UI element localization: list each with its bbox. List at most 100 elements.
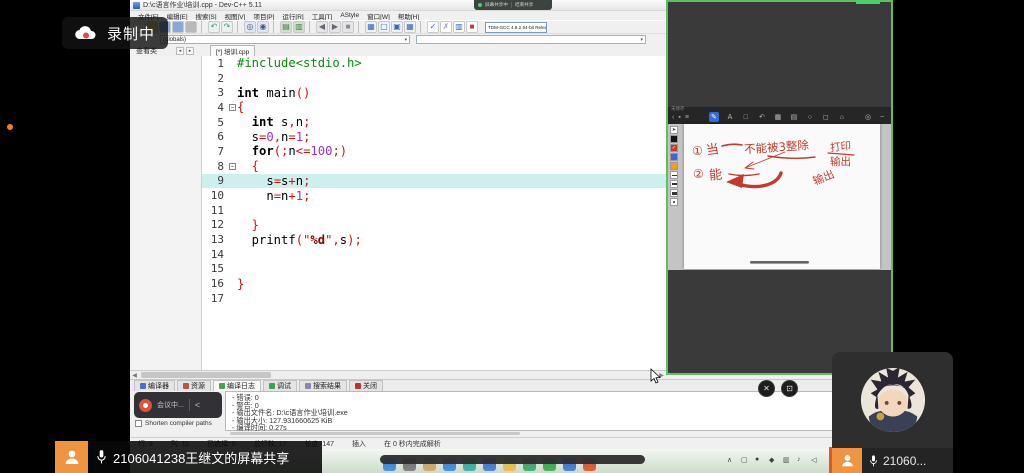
shorten-paths-option[interactable]: Shorten compiler paths	[135, 420, 212, 427]
checkbox-label: Shorten compiler paths	[145, 420, 212, 427]
shape-tool-icon[interactable]: □	[741, 112, 751, 122]
fold-collapse-icon[interactable]: −	[229, 163, 236, 170]
color-orange-swatch[interactable]	[670, 162, 678, 170]
grid-tool-icon[interactable]: ▦	[773, 112, 783, 122]
panel-next-button[interactable]: ▸	[186, 47, 194, 55]
tray-icon[interactable]: ∧	[727, 456, 732, 464]
redo-icon[interactable]: ↷	[221, 21, 233, 33]
whiteboard-canvas[interactable]: ① 当 不能被3整除 打印 输出 ② 能 输出	[684, 124, 880, 269]
stop-icon[interactable]: ▪	[678, 114, 680, 121]
back-icon[interactable]: ◀	[316, 21, 328, 33]
color-black-swatch[interactable]	[670, 135, 678, 143]
checkbox[interactable]	[135, 420, 142, 427]
panel-tab-编译器[interactable]: 编译器	[134, 380, 175, 391]
stroke-width-1[interactable]	[670, 171, 678, 179]
menu-item[interactable]: 工具[T]	[308, 11, 337, 21]
project-add-icon[interactable]: ▤	[280, 21, 292, 33]
scroll-left-icon[interactable]: ◀	[130, 372, 139, 379]
undo-icon[interactable]: ↶	[757, 112, 767, 122]
menu-item[interactable]: AStyle	[336, 12, 363, 19]
color-red-swatch[interactable]: ✓	[670, 144, 678, 152]
find-icon[interactable]: ◎	[244, 21, 256, 33]
board-tool-icon[interactable]: ▤	[789, 112, 799, 122]
panel-tab-关闭[interactable]: 关闭	[349, 380, 383, 391]
menu-item[interactable]: 窗口[W]	[363, 11, 394, 21]
panel-prev-button[interactable]: ◂	[176, 47, 184, 55]
window-split-icon[interactable]: ▣	[391, 21, 403, 33]
panel-tab-调试[interactable]: 调试	[263, 380, 297, 391]
save-all-icon[interactable]	[172, 21, 184, 33]
share-control-pill[interactable]: 屏幕共享中 结束共享	[474, 0, 552, 10]
goto-line-icon[interactable]: ■	[342, 21, 354, 33]
tray-icon[interactable]: ●	[755, 456, 759, 463]
tray-icon[interactable]: ◆	[769, 456, 774, 464]
line-number: 2	[202, 72, 228, 85]
fullscreen-annotation-button[interactable]: ⊡	[781, 380, 798, 397]
log-scrollbar-thumb[interactable]	[230, 432, 520, 435]
profile-icon[interactable]: ▥	[453, 21, 465, 33]
tray-icon[interactable]: ▢	[741, 456, 748, 464]
scrollbar-thumb[interactable]	[141, 372, 271, 378]
project-panel[interactable]	[130, 56, 202, 370]
participant-video-card[interactable]: 21060...	[832, 352, 953, 473]
members-select[interactable]: ▾	[416, 35, 646, 44]
menu-item[interactable]: 搜索[S]	[192, 11, 221, 21]
panel-tab-资源[interactable]: 资源	[177, 380, 211, 391]
stroke-dot[interactable]	[670, 198, 678, 206]
forward-icon[interactable]: ▶	[329, 21, 341, 33]
window-single-icon[interactable]: ▢	[378, 21, 390, 33]
canvas-scrollbar-thumb[interactable]	[750, 261, 809, 264]
window-grid-icon[interactable]: ▦	[365, 21, 377, 33]
menu-icon[interactable]: ≡	[685, 114, 689, 121]
tray-icon[interactable]: ▥	[783, 456, 790, 464]
collapse-icon[interactable]: <	[195, 400, 200, 410]
color-blue-swatch[interactable]	[670, 153, 678, 161]
tray-icon[interactable]: ◁	[811, 456, 816, 464]
panel-tab-编译日志[interactable]: 编译日志	[213, 380, 261, 391]
meeting-dock-collapsed[interactable]	[380, 455, 645, 464]
laser-tool-icon[interactable]: ○	[805, 112, 815, 122]
stroke-width-2[interactable]	[670, 180, 678, 188]
close-annotation-button[interactable]: ✕	[758, 380, 775, 397]
stroke-width-3[interactable]	[670, 189, 678, 197]
settings-icon[interactable]: ◎	[863, 112, 873, 122]
pen-tool-icon[interactable]: ✎	[709, 112, 719, 122]
undo-icon[interactable]: ↶	[208, 21, 220, 33]
code-text: }	[237, 277, 244, 291]
select-tool-icon[interactable]: ◻	[821, 112, 831, 122]
text-tool-icon[interactable]: A	[725, 112, 735, 122]
meeting-float-pill[interactable]: 会议中... <	[134, 392, 222, 418]
stop-share-button[interactable]: 结束共享	[515, 2, 533, 8]
ink-frac-bottom: 输出	[830, 155, 851, 168]
toolbar-separator	[273, 21, 277, 33]
file-tab[interactable]: [*] 培训.cpp	[210, 45, 255, 56]
cursor-swatch[interactable]: ➤	[670, 126, 678, 134]
compiler-select[interactable]: TDM-GCC 4.9.2 64-bit Release▾	[485, 22, 547, 33]
fullscreen-icon: ⊡	[786, 384, 793, 393]
editor-horizontal-scrollbar[interactable]: ◀ ▶	[130, 370, 666, 379]
panel-tab-搜索结果[interactable]: 搜索结果	[299, 380, 347, 391]
menu-item[interactable]: 运行[R]	[278, 11, 307, 21]
package-icon[interactable]: ■	[466, 21, 478, 33]
menu-item[interactable]: 帮助[H]	[394, 11, 423, 21]
menu-item[interactable]: 项目[P]	[249, 11, 278, 21]
window-cascade-icon[interactable]: ▦	[404, 21, 416, 33]
token: s	[237, 174, 274, 188]
fold-collapse-icon[interactable]: −	[229, 104, 236, 111]
back-icon[interactable]: ‹	[672, 114, 674, 121]
print-icon[interactable]	[185, 21, 197, 33]
home-tool-icon[interactable]: ⌂	[837, 112, 847, 122]
tray-icon[interactable]: ♪	[797, 456, 801, 463]
compile-icon[interactable]: ✓	[427, 21, 439, 33]
recording-badge[interactable]: 录制中	[62, 17, 168, 49]
menu-item[interactable]: 视图[V]	[221, 11, 250, 21]
share-border-handle[interactable]	[856, 0, 880, 4]
tab-icon	[140, 383, 146, 389]
meeting-red-icon	[139, 399, 152, 412]
minimize-icon[interactable]: −	[877, 112, 887, 122]
project-remove-icon[interactable]: ▥	[293, 21, 305, 33]
clean-icon[interactable]: ✗	[440, 21, 452, 33]
replace-icon[interactable]: ◉	[257, 21, 269, 33]
code-text: s=s+n;	[237, 174, 310, 188]
globals-select[interactable]: (globals) ▾	[160, 35, 410, 44]
